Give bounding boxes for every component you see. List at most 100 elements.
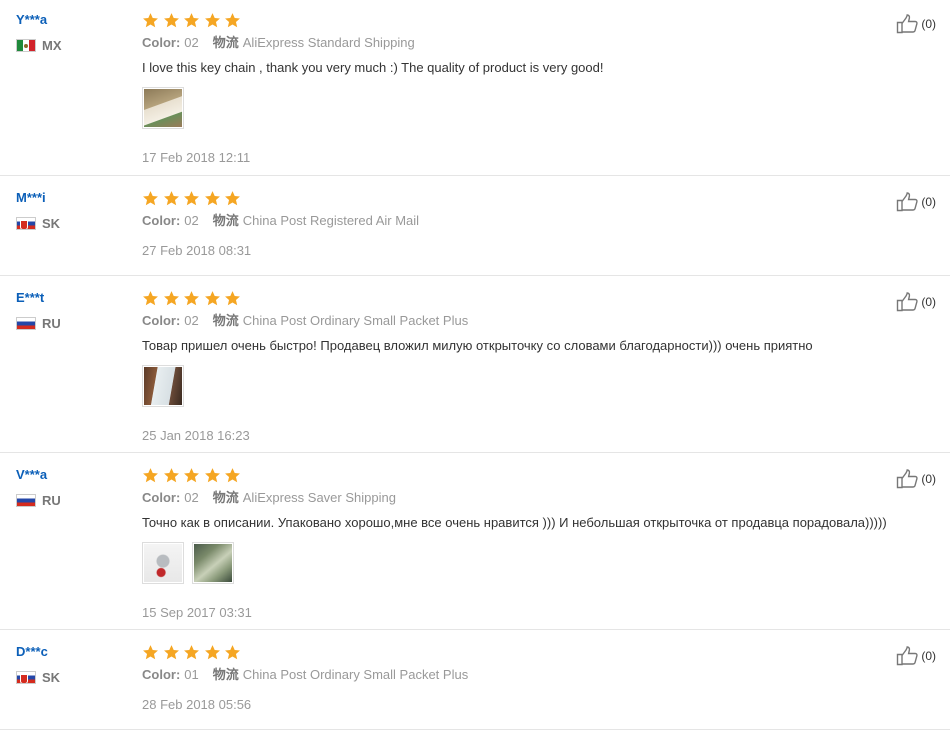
order-info: Color: 02 物流 AliExpress Standard Shipping bbox=[142, 34, 840, 52]
review-item: M***i SK Color: 02 物流 China Post Registered… bbox=[0, 176, 950, 276]
helpful-count: (0) bbox=[921, 195, 936, 209]
star-rating bbox=[142, 12, 840, 30]
reviewer-country: RU bbox=[16, 493, 61, 508]
shipping-method: China Post Ordinary Small Packet Plus bbox=[242, 667, 469, 682]
star-icon bbox=[183, 644, 203, 661]
star-icon bbox=[163, 467, 183, 484]
star-icon bbox=[163, 12, 183, 29]
thumbs-up-icon bbox=[896, 646, 920, 666]
review-item: V***a RU Color: 02 物流 AliExpress Saver Ship… bbox=[0, 453, 950, 630]
review-photo[interactable] bbox=[192, 542, 234, 584]
star-icon bbox=[224, 290, 244, 307]
review-content: Color: 02 物流 China Post Ordinary Small Pack… bbox=[142, 290, 840, 445]
star-icon bbox=[142, 190, 162, 207]
star-icon bbox=[163, 190, 183, 207]
reviewer-country: SK bbox=[16, 670, 60, 685]
star-icon bbox=[224, 644, 244, 661]
reviewer-info: E***t RU bbox=[16, 290, 61, 331]
thumbs-up-icon bbox=[896, 14, 920, 34]
review-item: Y***a MX Color: 02 物流 AliExpress Standard S… bbox=[0, 0, 950, 176]
star-icon bbox=[204, 467, 224, 484]
thumbs-up-icon bbox=[896, 192, 920, 212]
helpful-count: (0) bbox=[921, 17, 936, 31]
review-content: Color: 02 物流 AliExpress Standard Shipping I… bbox=[142, 12, 840, 167]
review-content: Color: 02 物流 AliExpress Saver Shipping Точн… bbox=[142, 467, 887, 622]
helpful-count: (0) bbox=[921, 295, 936, 309]
shipping-method: AliExpress Standard Shipping bbox=[242, 35, 415, 50]
reviewer-name[interactable]: Y***a bbox=[16, 12, 62, 28]
order-info: Color: 01 物流 China Post Ordinary Small Pack… bbox=[142, 666, 840, 684]
color-value: 02 bbox=[184, 213, 199, 228]
star-icon bbox=[163, 290, 183, 307]
review-photos bbox=[142, 542, 840, 584]
review-date: 25 Jan 2018 16:23 bbox=[142, 428, 250, 443]
feedback-list: Y***a MX Color: 02 物流 AliExpress Standard S… bbox=[0, 0, 950, 730]
order-info: Color: 02 物流 China Post Ordinary Small Pack… bbox=[142, 312, 840, 330]
color-label: Color: bbox=[142, 35, 181, 50]
reviewer-info: Y***a MX bbox=[16, 12, 62, 53]
review-photo[interactable] bbox=[142, 365, 184, 407]
star-rating bbox=[142, 290, 840, 308]
star-icon bbox=[183, 12, 203, 29]
color-value: 02 bbox=[184, 490, 199, 505]
color-label: Color: bbox=[142, 490, 181, 505]
reviewer-name[interactable]: E***t bbox=[16, 290, 61, 306]
star-icon bbox=[204, 290, 224, 307]
star-icon bbox=[204, 12, 224, 29]
country-code: SK bbox=[42, 216, 61, 231]
shipping-label: 物流 bbox=[212, 35, 239, 50]
helpful-count: (0) bbox=[921, 472, 936, 486]
color-label: Color: bbox=[142, 667, 181, 682]
star-icon bbox=[224, 190, 244, 207]
review-photo[interactable] bbox=[142, 542, 184, 584]
russia-flag-icon bbox=[16, 317, 36, 330]
review-photos bbox=[142, 365, 840, 407]
color-value: 02 bbox=[184, 313, 199, 328]
review-item: E***t RU Color: 02 物流 China Post Ordinary S… bbox=[0, 276, 950, 453]
color-label: Color: bbox=[142, 213, 181, 228]
reviewer-country: RU bbox=[16, 316, 61, 331]
shipping-method: China Post Ordinary Small Packet Plus bbox=[242, 313, 469, 328]
review-comment: Точно как в описании. Упаковано хорошо,м… bbox=[142, 515, 887, 530]
star-icon bbox=[224, 467, 244, 484]
star-rating bbox=[142, 190, 840, 208]
shipping-label: 物流 bbox=[212, 313, 239, 328]
star-icon bbox=[142, 290, 162, 307]
helpful-button[interactable]: (0) bbox=[896, 14, 936, 34]
reviewer-country: SK bbox=[16, 216, 60, 231]
star-rating bbox=[142, 644, 840, 662]
slovakia-flag-icon bbox=[16, 671, 36, 684]
helpful-button[interactable]: (0) bbox=[896, 646, 936, 666]
reviewer-info: D***c SK bbox=[16, 644, 60, 685]
star-icon bbox=[142, 467, 162, 484]
review-content: Color: 01 物流 China Post Ordinary Small Pack… bbox=[142, 644, 840, 714]
reviewer-name[interactable]: V***a bbox=[16, 467, 61, 483]
reviewer-name[interactable]: D***c bbox=[16, 644, 60, 660]
country-code: RU bbox=[42, 493, 61, 508]
helpful-button[interactable]: (0) bbox=[896, 192, 936, 212]
star-icon bbox=[183, 467, 203, 484]
shipping-method: AliExpress Saver Shipping bbox=[242, 490, 396, 505]
shipping-label: 物流 bbox=[212, 213, 239, 228]
review-date: 27 Feb 2018 08:31 bbox=[142, 243, 252, 258]
review-photo[interactable] bbox=[142, 87, 184, 129]
shipping-label: 物流 bbox=[212, 490, 239, 505]
helpful-button[interactable]: (0) bbox=[896, 469, 936, 489]
star-icon bbox=[183, 290, 203, 307]
reviewer-name[interactable]: M***i bbox=[16, 190, 60, 206]
russia-flag-icon bbox=[16, 494, 36, 507]
review-comment: I love this key chain , thank you very m… bbox=[142, 60, 604, 75]
shipping-label: 物流 bbox=[212, 667, 239, 682]
order-info: Color: 02 物流 AliExpress Saver Shipping bbox=[142, 489, 840, 507]
helpful-button[interactable]: (0) bbox=[896, 292, 936, 312]
star-rating bbox=[142, 467, 840, 485]
star-icon bbox=[204, 644, 224, 661]
review-item: D***c SK Color: 01 物流 China Post Ordinary S… bbox=[0, 630, 950, 730]
color-label: Color: bbox=[142, 313, 181, 328]
thumbs-up-icon bbox=[896, 292, 920, 312]
slovakia-flag-icon bbox=[16, 217, 36, 230]
helpful-count: (0) bbox=[921, 649, 936, 663]
star-icon bbox=[142, 12, 162, 29]
star-icon bbox=[224, 12, 244, 29]
reviewer-info: V***a RU bbox=[16, 467, 61, 508]
